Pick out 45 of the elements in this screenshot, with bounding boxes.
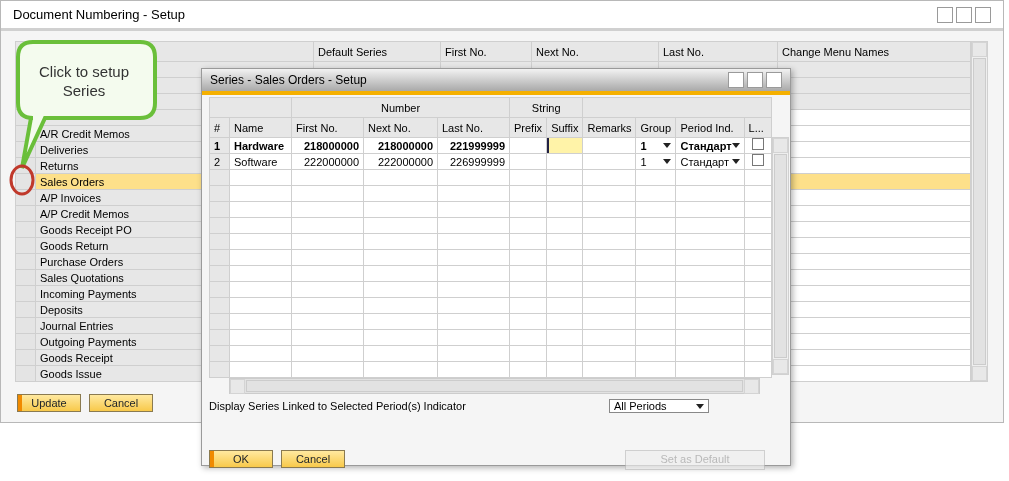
highlight-circle (9, 164, 35, 196)
caret-icon (731, 159, 740, 164)
vertical-scrollbar[interactable] (971, 41, 988, 382)
column-header: Prefix (514, 121, 543, 134)
document-name[interactable]: A/P Invoices (40, 191, 101, 204)
column-group-header: Number (380, 101, 421, 114)
column-header: Remarks (587, 121, 632, 134)
document-name[interactable]: Returns (40, 159, 79, 172)
horizontal-scrollbar[interactable] (229, 378, 760, 394)
column-header: Next No. (368, 121, 411, 134)
column-header: Suffix (551, 121, 579, 134)
period-dropdown[interactable]: All Periods (609, 399, 709, 414)
window-title: Series - Sales Orders - Setup (210, 72, 367, 89)
checkbox[interactable] (751, 138, 764, 150)
column-header: Group (640, 121, 672, 134)
dialog-button[interactable]: Cancel (89, 394, 153, 412)
column-header: Period Ind. (680, 121, 734, 134)
caret-icon (731, 143, 740, 148)
column-header: First No. (296, 121, 338, 134)
dropdown-cell[interactable]: 1 (640, 154, 647, 169)
dialog-button[interactable]: Update (17, 394, 81, 412)
document-name[interactable]: Goods Return (40, 239, 109, 252)
document-name[interactable]: Goods Issue (40, 367, 102, 380)
filter-label: Display Series Linked to Selected Period(s) Indicator (209, 399, 466, 414)
dropdown-cell[interactable]: 1 (640, 138, 647, 153)
column-header: Change Menu Names (782, 45, 889, 58)
column-group-header: String (531, 101, 561, 114)
column-header: First No. (445, 45, 487, 58)
document-name[interactable]: Deliveries (40, 143, 89, 156)
checkbox[interactable] (751, 154, 764, 166)
column-header: Next No. (536, 45, 579, 58)
column-header: Name (234, 121, 264, 134)
document-name[interactable]: Sales Orders (40, 175, 105, 188)
column-header: Default Series (318, 45, 388, 58)
dialog-button[interactable]: OK (209, 449, 273, 468)
callout-text: Click to setup Series (37, 62, 130, 100)
dialog-button[interactable]: Cancel (281, 449, 345, 468)
window-title: Document Numbering - Setup (13, 5, 185, 24)
caret-icon (663, 159, 672, 164)
caret-icon (663, 143, 672, 148)
column-header: # (214, 121, 221, 134)
column-header: L... (748, 121, 764, 134)
column-header: Last No. (663, 45, 704, 58)
column-header: Last No. (442, 121, 483, 134)
document-name[interactable]: Deposits (40, 303, 83, 316)
